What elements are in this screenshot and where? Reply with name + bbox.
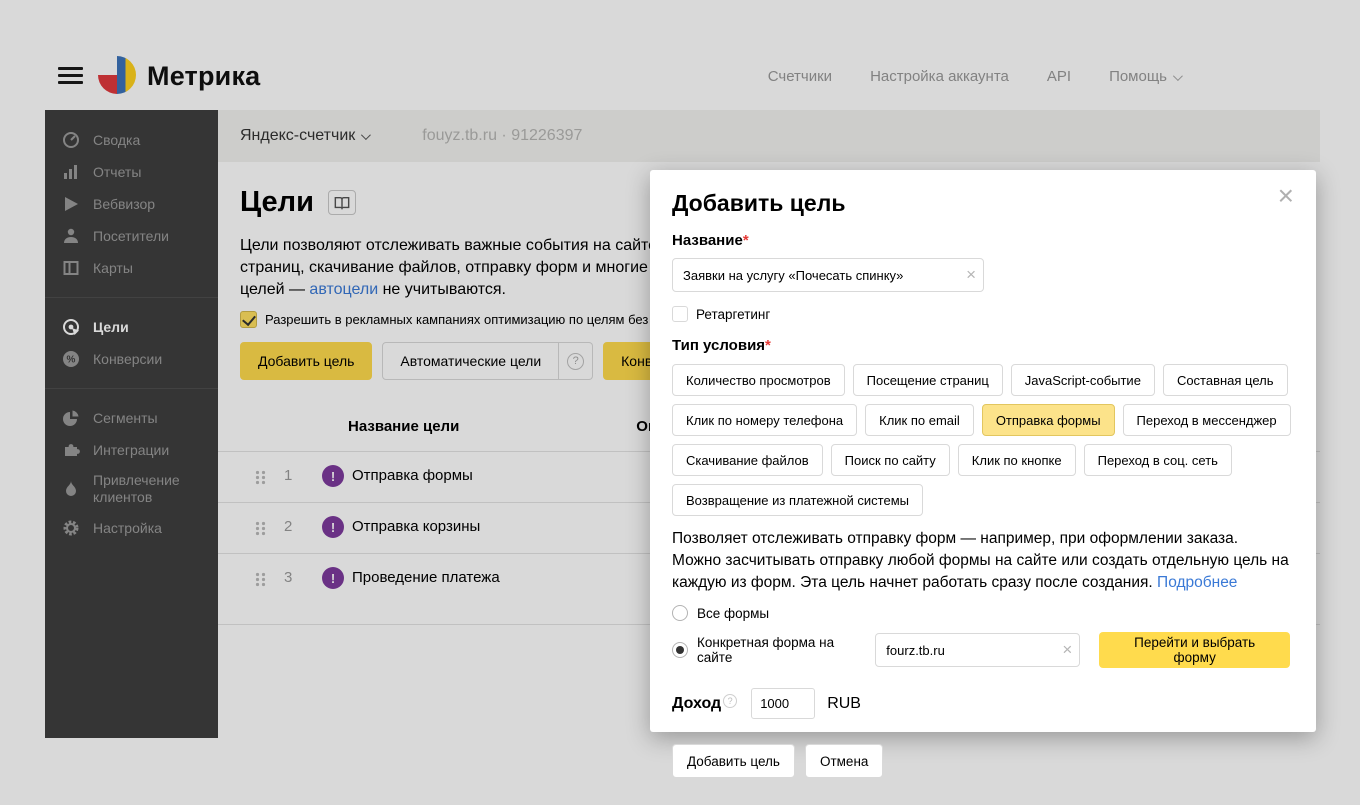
goto-select-form-button[interactable]: Перейти и выбрать форму [1099,632,1290,668]
name-label: Название* [672,232,1290,249]
submit-add-goal-button[interactable]: Добавить цель [672,744,795,778]
cancel-button[interactable]: Отмена [805,744,883,778]
goal-name-input[interactable] [672,258,984,292]
add-goal-modal: × Добавить цель Название* × Ретаргетинг … [650,170,1316,732]
chip-social-network[interactable]: Переход в соц. сеть [1084,444,1232,476]
specific-form-radio[interactable] [672,642,688,658]
condition-type-label: Тип условия* [672,337,1290,354]
all-forms-radio[interactable] [672,605,688,621]
chip-file-download[interactable]: Скачивание файлов [672,444,823,476]
income-label: Доход [672,695,721,713]
chip-pageviews-count[interactable]: Количество просмотров [672,364,845,396]
chip-payment-return[interactable]: Возвращение из платежной системы [672,484,923,516]
form-url-input[interactable] [875,633,1080,667]
specific-form-label: Конкретная форма на сайте [697,635,864,665]
chip-page-visits[interactable]: Посещение страниц [853,364,1003,396]
income-currency: RUB [827,695,861,713]
income-help-icon[interactable]: ? [723,694,737,708]
clear-input-icon[interactable]: × [1062,640,1072,660]
chip-javascript-event[interactable]: JavaScript-событие [1011,364,1155,396]
chip-messenger[interactable]: Переход в мессенджер [1123,404,1291,436]
chip-site-search[interactable]: Поиск по сайту [831,444,950,476]
chip-phone-click[interactable]: Клик по номеру телефона [672,404,857,436]
all-forms-label: Все формы [697,606,769,621]
retargeting-label: Ретаргетинг [696,307,770,322]
close-icon[interactable]: × [1278,182,1294,210]
modal-title: Добавить цель [672,190,1290,217]
chip-form-submit[interactable]: Отправка формы [982,404,1115,436]
condition-type-chips: Количество просмотров Посещение страниц … [672,364,1290,516]
more-link[interactable]: Подробнее [1157,574,1237,591]
retargeting-checkbox[interactable] [672,306,688,322]
income-input[interactable] [751,688,815,719]
condition-description: Позволяет отслеживать отправку форм — на… [672,528,1290,594]
chip-composite-goal[interactable]: Составная цель [1163,364,1288,396]
chip-email-click[interactable]: Клик по email [865,404,974,436]
chip-button-click[interactable]: Клик по кнопке [958,444,1076,476]
clear-input-icon[interactable]: × [966,265,976,285]
